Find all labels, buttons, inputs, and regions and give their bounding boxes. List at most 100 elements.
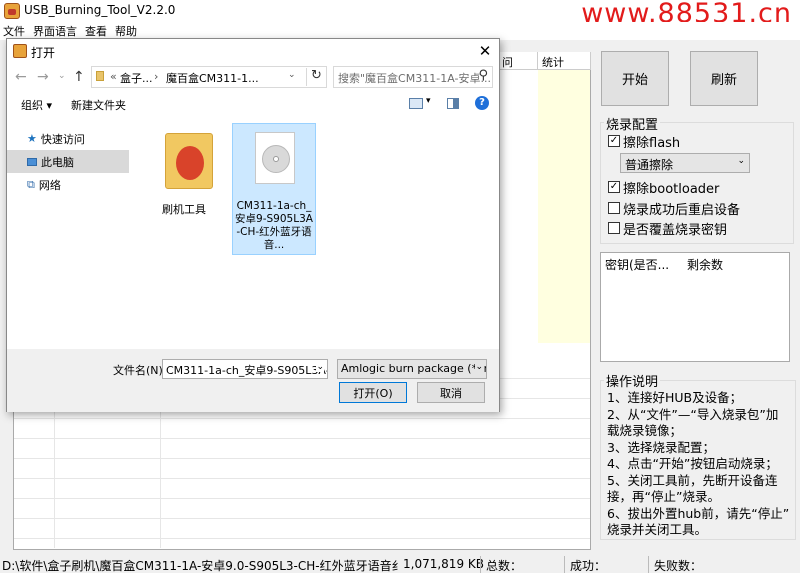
status-divider [564, 556, 565, 573]
search-icon[interactable]: ⚲ [478, 68, 488, 83]
overwrite-key-checkbox[interactable] [608, 222, 620, 234]
erase-mode-value: 普通擦除 [625, 158, 674, 172]
instruction-line: 3、选择烧录配置； [607, 439, 715, 455]
file-name: CM311-1a-ch_安卓9-S905L3A-CH-红外蓝牙语音... [235, 200, 313, 251]
file-item-folder[interactable]: 刷机工具 [139, 129, 229, 216]
file-type-value: Amlogic burn package (*.img [341, 362, 487, 375]
sidebar-item-label: 快速访问 [40, 132, 85, 146]
status-path: D:\软件\盒子刷机\魔百盒CM311-1A-安卓9.0-S905L3-CH-红… [2, 559, 402, 573]
path-segment[interactable]: 魔百盒CM311-1... [166, 70, 259, 86]
forward-arrow-icon[interactable]: → [37, 69, 49, 85]
status-divider [480, 556, 481, 573]
instruction-line: 载烧录镜像； [607, 423, 683, 438]
grid-line [14, 498, 590, 499]
open-file-dialog: 打开 ✕ ← → ⌄ ↑ « 盒子... › 魔百盒CM311-1... ⌄ ↻… [6, 38, 500, 412]
app-icon [4, 3, 20, 19]
computer-icon [27, 157, 37, 166]
start-button[interactable]: 开始 [601, 51, 669, 106]
chevron-down-icon[interactable]: ⌄ [316, 362, 324, 372]
column-header-time[interactable]: 问 [498, 52, 538, 70]
status-success-label: 成功： [570, 559, 607, 573]
search-placeholder: 搜索"魔百盒CM311-1A-安卓... [338, 72, 491, 85]
file-type-select[interactable]: Amlogic burn package (*.img ⌄ [337, 359, 487, 379]
erase-flash-label: 擦除flash [623, 135, 681, 151]
recent-chevron-icon[interactable]: ⌄ [58, 71, 66, 81]
instruction-line: 烧录并关闭工具。 [607, 522, 708, 537]
sidebar-item-label: 此电脑 [41, 155, 74, 169]
preview-pane-icon[interactable] [447, 98, 459, 109]
search-input[interactable]: 搜索"魔百盒CM311-1A-安卓... ⚲ [333, 66, 493, 88]
open-button[interactable]: 打开(O) [339, 382, 407, 403]
status-total-label: 总数： [486, 559, 523, 573]
view-options-icon[interactable] [409, 98, 423, 109]
refresh-button[interactable]: 刷新 [690, 51, 758, 106]
chevron-down-icon: ⌄ [737, 156, 745, 166]
chevron-down-icon[interactable]: ▾ [426, 96, 431, 106]
dialog-app-icon [13, 44, 27, 58]
sidebar-item-network[interactable]: ⧉ 网络 [7, 173, 129, 196]
disc-image-icon [255, 132, 295, 184]
overwrite-key-row[interactable]: 是否覆盖烧录密钥 [608, 218, 727, 238]
dialog-toolbar: 组织 ▾ 新建文件夹 ▾ ? [7, 93, 499, 117]
close-icon[interactable]: ✕ [477, 42, 493, 60]
grid-line [14, 438, 590, 439]
instruction-line: 1、连接好HUB及设备； [607, 390, 743, 405]
help-icon[interactable]: ? [475, 96, 489, 110]
dialog-title-bar: 打开 ✕ [7, 39, 499, 63]
erase-bootloader-label: 擦除bootloader [623, 181, 720, 197]
file-list: 刷机工具 CM311-1a-ch_安卓9-S905L3A-CH-红外蓝牙语音..… [131, 123, 499, 349]
grid-line [14, 458, 590, 459]
organize-label: 组织 [21, 99, 43, 112]
file-name-label: 文件名(N): [113, 364, 167, 377]
navigation-bar: ← → ⌄ ↑ « 盒子... › 魔百盒CM311-1... ⌄ ↻ 搜索"魔… [7, 65, 499, 91]
key-col-name: 密钥(是否... [605, 258, 670, 272]
reboot-after-row[interactable]: 烧录成功后重启设备 [608, 198, 740, 218]
erase-bootloader-checkbox[interactable]: ✓ [608, 181, 620, 193]
grid-line [14, 538, 590, 539]
instruction-line: 5、关闭工具前，先断开设备连 [607, 472, 778, 488]
refresh-icon[interactable]: ↻ [306, 68, 326, 86]
erase-mode-select[interactable]: 普通擦除 ⌄ [620, 153, 750, 173]
erase-flash-row[interactable]: ✓ 擦除flash [608, 131, 680, 151]
grid-line [14, 518, 590, 519]
reboot-after-label: 烧录成功后重启设备 [623, 202, 741, 218]
file-name: 刷机工具 [162, 203, 206, 216]
erase-bootloader-row[interactable]: ✓ 擦除bootloader [608, 177, 719, 197]
address-bar[interactable]: « 盒子... › 魔百盒CM311-1... ⌄ ↻ [91, 66, 327, 88]
back-arrow-icon[interactable]: ← [15, 69, 27, 85]
reboot-after-checkbox[interactable] [608, 202, 620, 214]
instruction-line: 接，再“停止”烧录。 [607, 489, 720, 504]
organize-button[interactable]: 组织 ▾ [21, 97, 52, 113]
up-arrow-icon[interactable]: ↑ [73, 69, 85, 85]
status-fail-label: 失败数： [654, 559, 703, 573]
file-name-input[interactable]: CM311-1a-ch_安卓9-S905L3A-C ⌄ [162, 359, 328, 379]
path-separator-icon: › [154, 70, 159, 83]
instruction-line: 2、从“文件”—“导入烧录包”加 [607, 406, 779, 422]
folder-app-overlay [176, 146, 204, 180]
path-overflow[interactable]: « [110, 70, 117, 83]
chevron-down-icon[interactable]: ⌄ [288, 70, 296, 80]
network-icon: ⧉ [27, 177, 35, 191]
erase-flash-checkbox[interactable]: ✓ [608, 135, 620, 147]
new-folder-button[interactable]: 新建文件夹 [71, 97, 126, 113]
key-table[interactable]: 密钥(是否... 剩余数 [600, 252, 790, 362]
file-item-image[interactable]: CM311-1a-ch_安卓9-S905L3A-CH-红外蓝牙语音... [232, 123, 316, 255]
folder-icon [165, 133, 213, 189]
status-bar: D:\软件\盒子刷机\魔百盒CM311-1A-安卓9.0-S905L3-CH-红… [0, 556, 800, 573]
cancel-button[interactable]: 取消 [417, 382, 485, 403]
chevron-down-icon[interactable]: ⌄ [475, 362, 483, 372]
status-size: 1,071,819 KB [403, 557, 484, 571]
status-divider [648, 556, 649, 573]
file-name-value: CM311-1a-ch_安卓9-S905L3A-C [166, 364, 328, 377]
path-segment[interactable]: 盒子... [120, 70, 153, 86]
column-header-stats[interactable]: 统计 [538, 52, 591, 70]
grid-line [14, 418, 590, 419]
sidebar-item-quick-access[interactable]: ★ 快速访问 [7, 127, 129, 150]
app-title: USB_Burning_Tool_V2.2.0 [24, 3, 176, 17]
sidebar-item-this-pc[interactable]: 此电脑 [7, 150, 129, 173]
dialog-sidebar: ★ 快速访问 此电脑 ⧉ 网络 [7, 123, 129, 349]
stats-column-fill [538, 53, 590, 343]
key-col-remaining: 剩余数 [687, 258, 724, 272]
instruction-line: 4、点击“开始”按钮启动烧录； [607, 456, 778, 471]
dialog-bottom-pane: 文件名(N): CM311-1a-ch_安卓9-S905L3A-C ⌄ Amlo… [7, 349, 499, 412]
